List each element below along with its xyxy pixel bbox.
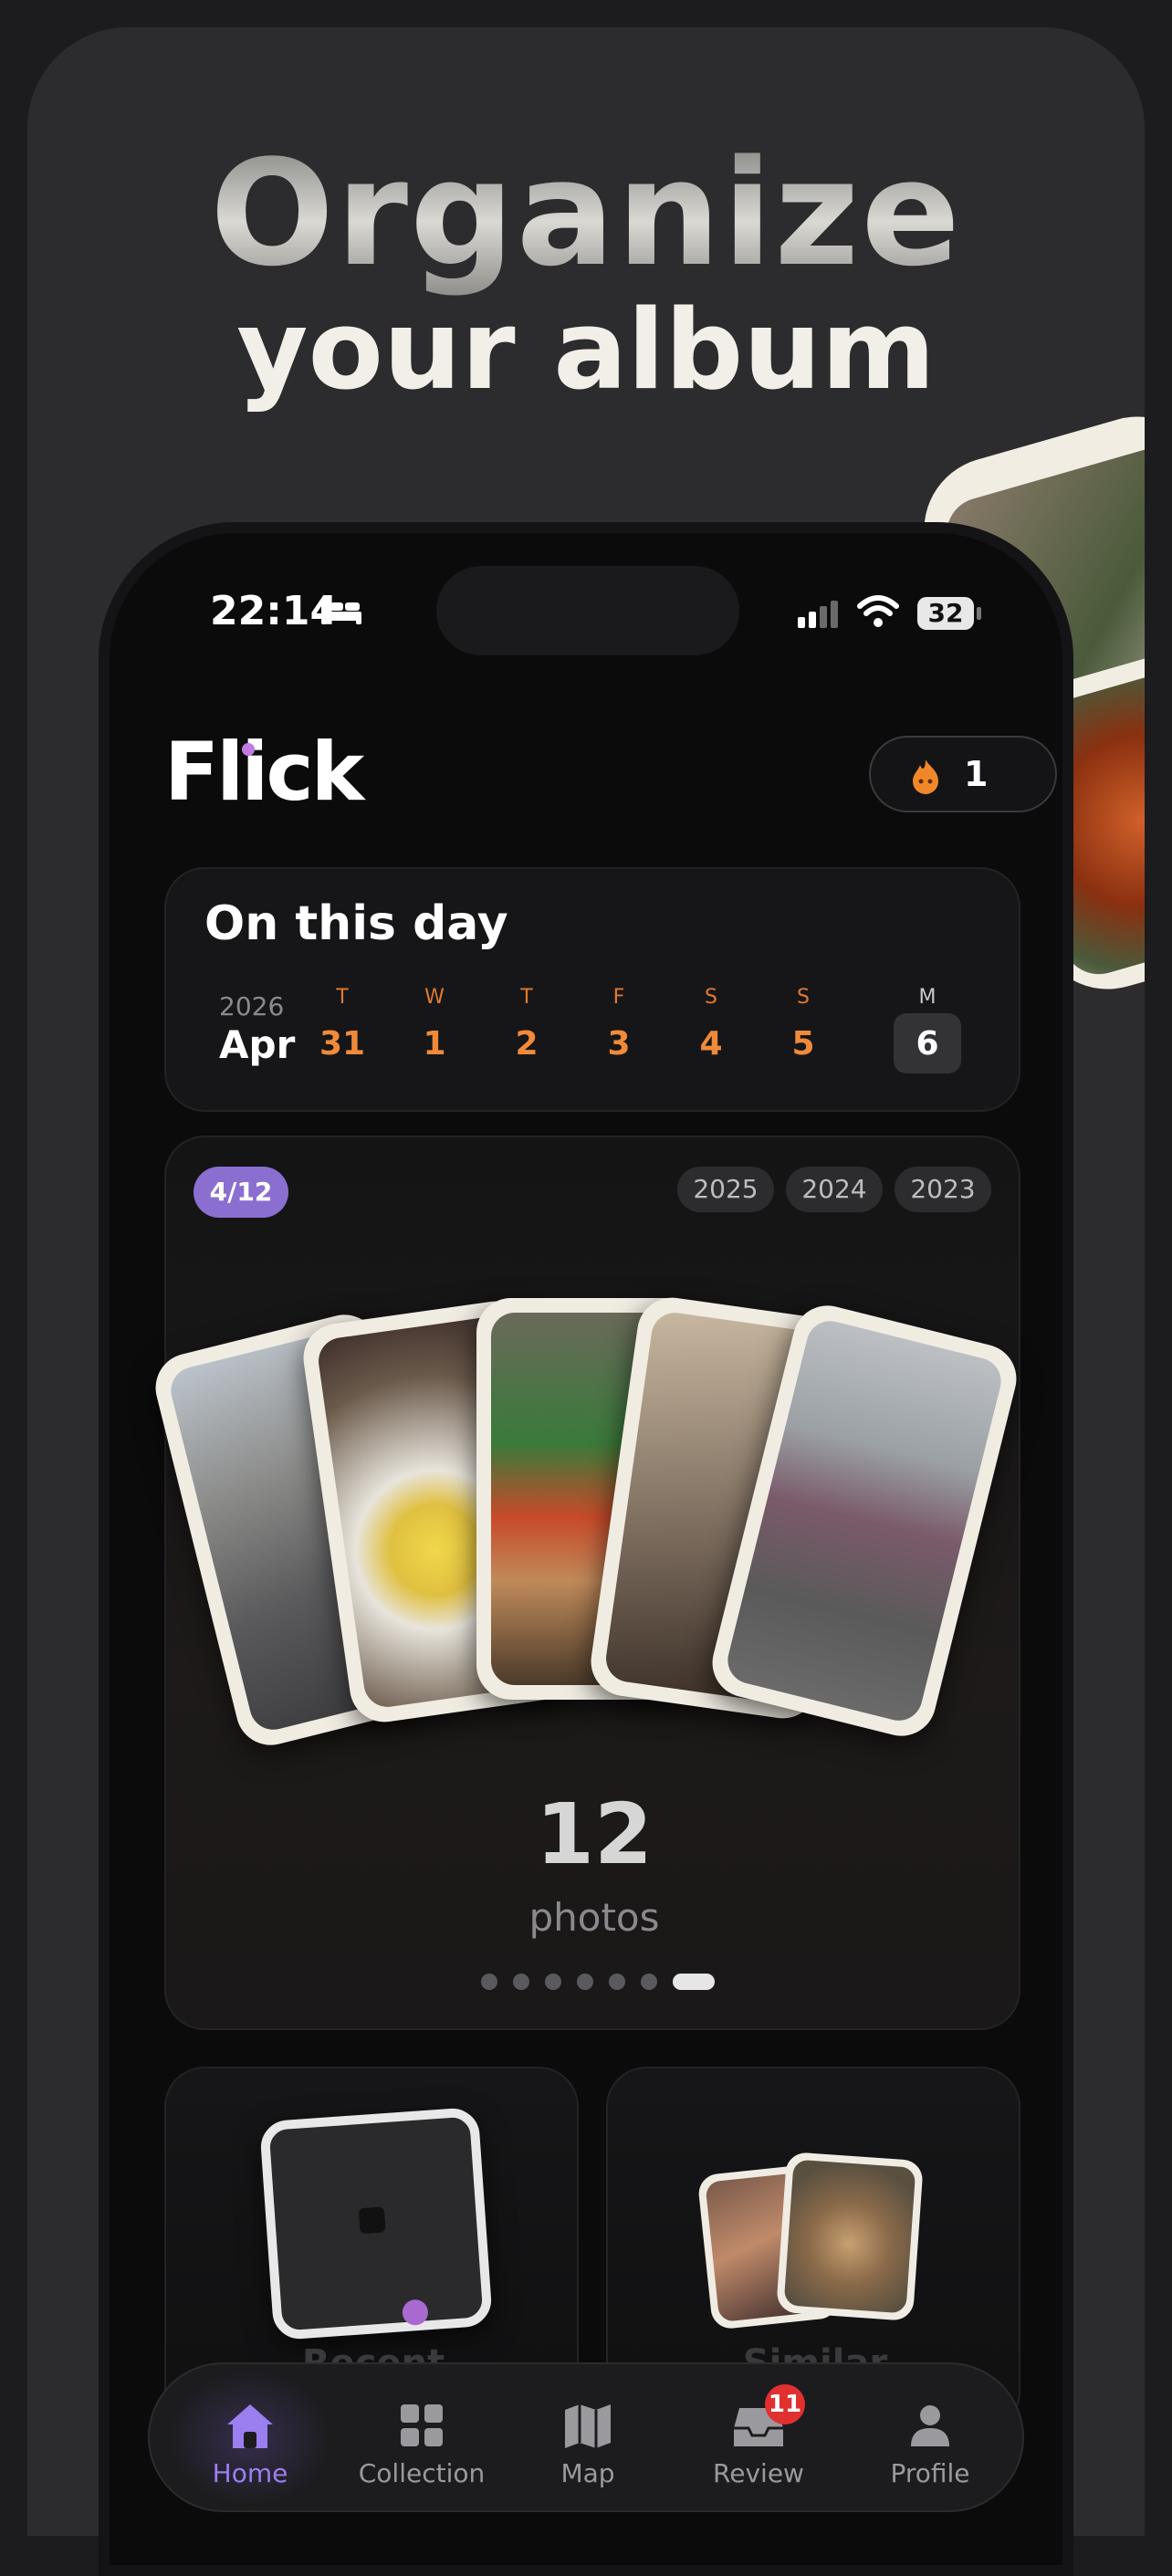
tab-collection-label: Collection xyxy=(358,2458,486,2488)
photo-count-label: photos xyxy=(528,1895,660,1940)
bed-icon xyxy=(321,599,361,624)
tab-review-label: Review xyxy=(713,2458,804,2488)
year-chip[interactable]: 2024 xyxy=(786,1167,883,1212)
headline-line-2: your album xyxy=(236,288,936,414)
day-cell[interactable]: F 3 xyxy=(585,986,653,1063)
home-icon xyxy=(227,2404,273,2448)
day-cell[interactable]: T 31 xyxy=(309,986,376,1063)
year-chip[interactable]: 2025 xyxy=(677,1167,774,1212)
day-weekday: S xyxy=(705,986,717,1009)
tab-map[interactable]: Map xyxy=(519,2401,656,2488)
person-icon xyxy=(911,2405,949,2446)
calendar-month: Apr xyxy=(219,1022,296,1067)
similar-photo xyxy=(776,2151,924,2322)
headline-line-1: Organize xyxy=(0,128,1172,298)
streak-count: 1 xyxy=(964,754,989,794)
page-dot xyxy=(513,1973,529,1990)
tab-profile[interactable]: Profile xyxy=(862,2401,999,2488)
phone-frame: 22:14 32 Flick 1 On this day 2026 Apr T … xyxy=(99,522,1073,2576)
page-dot xyxy=(481,1973,497,1990)
page-dot xyxy=(577,1973,593,1990)
calendar-year: 2026 xyxy=(219,991,285,1021)
wifi-icon xyxy=(857,595,899,627)
day-weekday: T xyxy=(336,986,349,1009)
day-number: 2 xyxy=(515,1025,539,1063)
battery-indicator: 32 xyxy=(917,597,974,630)
recent-preview xyxy=(258,2106,494,2341)
day-number: 1 xyxy=(423,1025,446,1063)
app-logo: Flick xyxy=(164,725,364,819)
page-dot-active xyxy=(673,1973,715,1990)
day-weekday: T xyxy=(520,986,533,1009)
square-icon xyxy=(358,2206,386,2235)
day-weekday: F xyxy=(612,986,625,1009)
logo-dot xyxy=(242,743,255,756)
cellular-signal-icon xyxy=(798,601,838,628)
tab-map-label: Map xyxy=(560,2458,615,2488)
map-icon xyxy=(565,2404,611,2448)
on-this-day-title: On this day xyxy=(204,896,508,951)
year-chip[interactable]: 2023 xyxy=(895,1167,991,1212)
dynamic-island xyxy=(436,566,739,655)
day-cell-selected[interactable]: M 6 xyxy=(894,986,961,1073)
day-weekday: M xyxy=(918,986,937,1009)
battery-nub xyxy=(977,607,981,620)
day-cell[interactable]: S 5 xyxy=(769,986,837,1063)
page-dot xyxy=(545,1973,561,1990)
tab-review[interactable]: 11 Review xyxy=(690,2384,827,2488)
tab-home[interactable]: Home xyxy=(182,2401,319,2488)
day-cell[interactable]: W 1 xyxy=(401,986,468,1063)
on-this-day-card: On this day 2026 Apr T 31 W 1 T 2 F 3 S … xyxy=(164,867,1020,1112)
grid-icon xyxy=(401,2404,443,2446)
day-weekday: W xyxy=(424,986,445,1009)
day-cell[interactable]: S 4 xyxy=(677,986,745,1063)
tab-collection[interactable]: Collection xyxy=(353,2401,490,2488)
day-number: 31 xyxy=(319,1025,366,1063)
day-cell[interactable]: T 2 xyxy=(493,986,560,1063)
tab-home-label: Home xyxy=(212,2458,288,2488)
page-dot xyxy=(609,1973,625,1990)
tab-bar: Home Collection Map 11 Review Profile xyxy=(148,2362,1024,2512)
memory-card[interactable]: 4/12 2025 2024 2023 12 photos xyxy=(148,1136,1024,2030)
day-number: 4 xyxy=(699,1025,723,1063)
memory-progress-badge: 4/12 xyxy=(194,1167,288,1218)
streak-button[interactable]: 1 xyxy=(869,736,1057,812)
pin-dot xyxy=(401,2299,429,2327)
flame-icon xyxy=(913,759,938,794)
photo-count: 12 xyxy=(535,1785,654,1883)
day-number: 3 xyxy=(607,1025,631,1063)
tab-profile-label: Profile xyxy=(890,2458,970,2488)
day-number: 6 xyxy=(916,1025,939,1063)
page-dot xyxy=(641,1973,657,1990)
page-indicator xyxy=(481,1972,730,1990)
day-weekday: S xyxy=(797,986,810,1009)
review-badge: 11 xyxy=(765,2384,805,2424)
day-number: 5 xyxy=(791,1025,815,1063)
